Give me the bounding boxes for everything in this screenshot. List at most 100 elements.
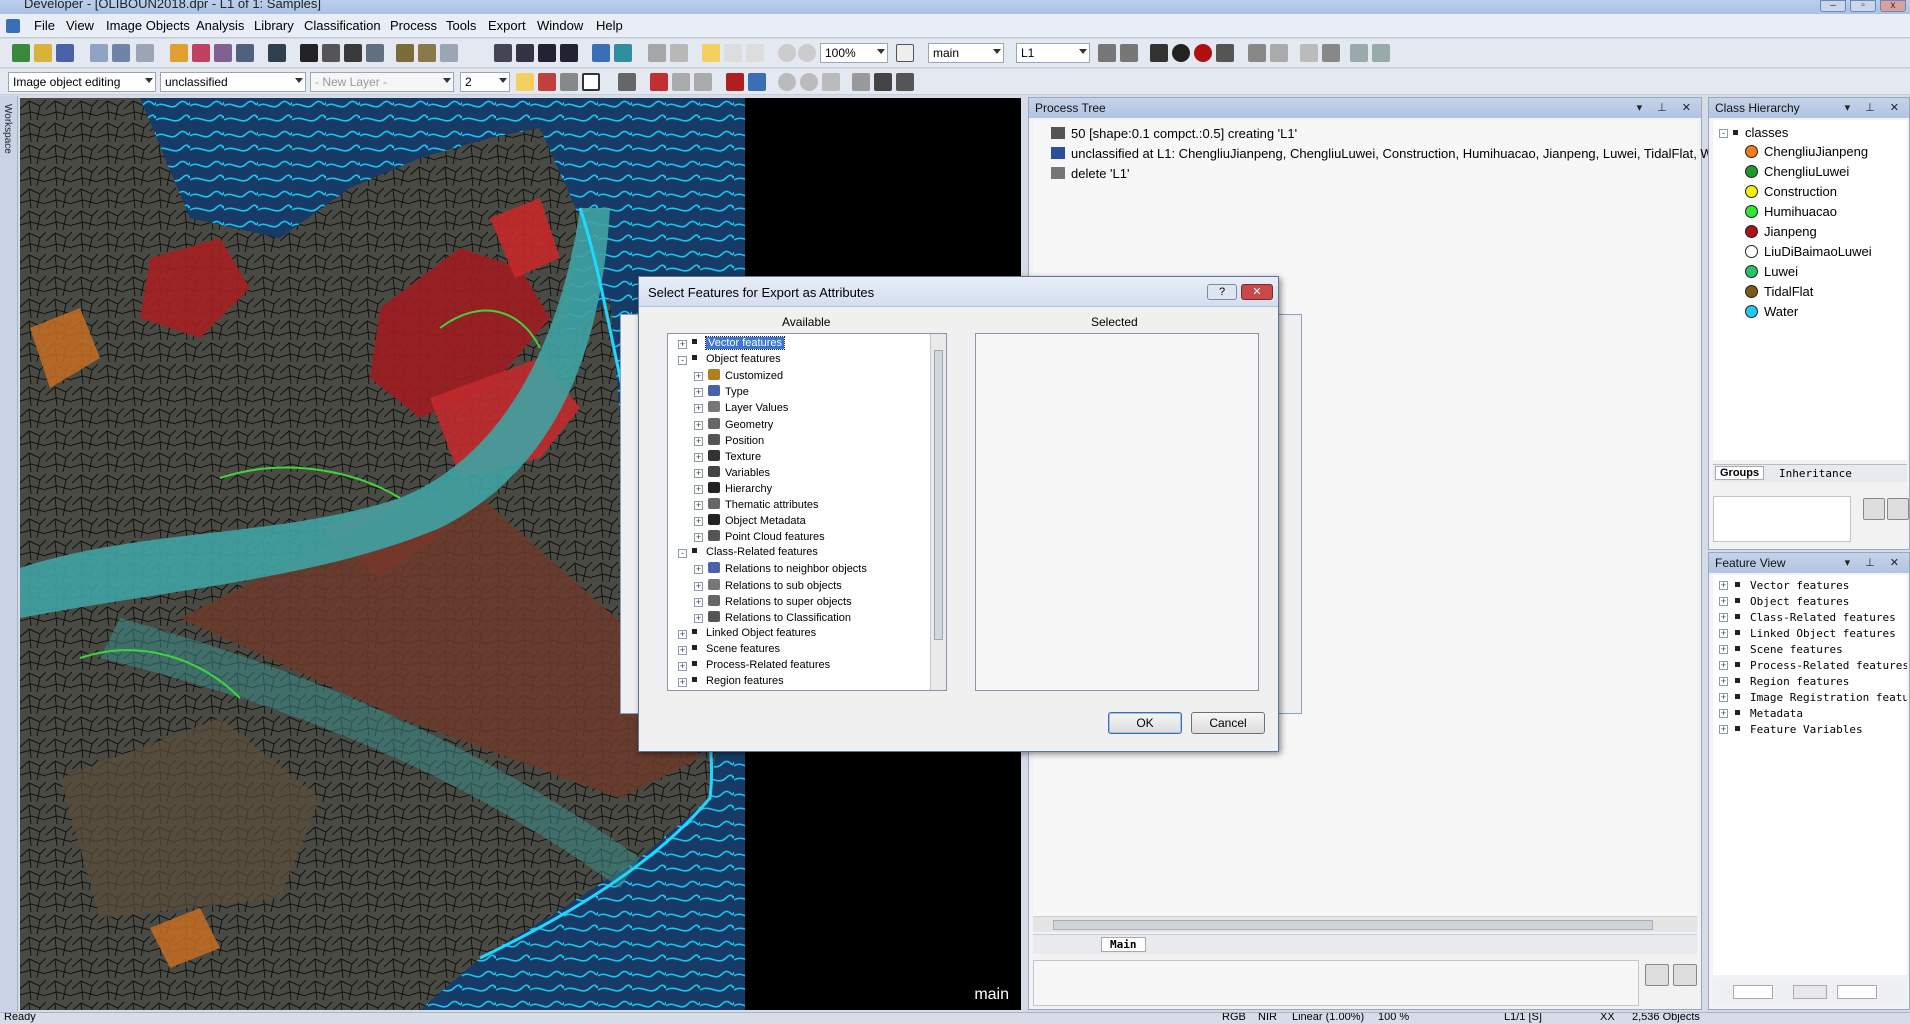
select-objects-icon[interactable] [648,44,666,62]
expand-icon[interactable]: + [694,613,703,623]
save-workspace-icon[interactable] [136,44,154,62]
feature-tree-item[interactable]: Scene features [692,643,780,655]
collapse-icon[interactable]: - [678,356,687,366]
expand-icon[interactable]: + [678,340,687,349]
table-icon[interactable] [874,73,892,91]
selected-features-list[interactable] [975,333,1259,691]
split-vertical-icon[interactable] [494,44,512,62]
process-tree-icon[interactable] [396,44,414,62]
menu-window[interactable]: Window [537,18,583,33]
class-root-label[interactable]: classes [1745,125,1788,140]
minimize-button[interactable]: – [1820,0,1846,12]
feature-nav-buttons[interactable] [1793,985,1827,999]
process-row[interactable]: unclassified at L1: ChengliuJianpeng, Ch… [1051,146,1713,161]
menu-classification[interactable]: Classification [304,18,381,33]
class-info-icon[interactable] [1194,44,1212,62]
image-view-icon[interactable] [268,44,286,62]
cut-objects-icon[interactable] [538,73,556,91]
split-grid-icon[interactable] [560,44,578,62]
feature-item[interactable]: Class-Related features [1735,611,1896,624]
expand-icon[interactable]: + [678,629,687,639]
open-project-icon[interactable] [34,44,52,62]
rectangle-tool-icon[interactable] [582,73,600,91]
expand-icon[interactable]: + [678,645,687,655]
align-right-icon[interactable] [1372,44,1390,62]
view-settings-icon[interactable] [170,44,188,62]
workspace-tab-label[interactable]: Workspace [2,104,13,154]
collapse-icon[interactable]: - [678,549,687,559]
reset-icon[interactable] [822,73,840,91]
expand-icon[interactable]: + [694,372,703,382]
expand-icon[interactable]: + [1719,709,1728,718]
feature-tree-item[interactable]: Customized [708,369,783,382]
pixel-view-icon[interactable] [300,44,318,62]
feature-tree-item[interactable]: Relations to sub objects [708,578,842,592]
feature-tree-item[interactable]: Texture [708,449,761,463]
samples-icon[interactable] [726,73,744,91]
expand-icon[interactable]: + [694,404,703,414]
menu-process[interactable]: Process [390,18,437,33]
tools-icon[interactable] [852,73,870,91]
image-info-icon[interactable] [1150,44,1168,62]
feature-tree-item[interactable]: Position [708,433,764,447]
feature-space-icon[interactable] [1216,44,1234,62]
swipe-icon[interactable] [614,44,632,62]
cancel-button[interactable]: Cancel [1191,712,1265,734]
feature-tree-item[interactable]: Linked Object features [692,627,816,639]
expand-icon[interactable]: + [694,565,703,575]
save-project-icon[interactable] [56,44,74,62]
process-row[interactable]: delete 'L1' [1051,166,1129,181]
workspace-strip[interactable]: Workspace [0,96,18,1011]
class-item[interactable]: Water [1745,304,1798,319]
redo-icon[interactable] [800,73,818,91]
panel-controls[interactable]: ▾ ⊥ ✕ [1637,98,1697,118]
class-item[interactable]: Jianpeng [1745,224,1817,239]
move-up-icon[interactable] [1863,498,1885,520]
link-views-icon[interactable] [592,44,610,62]
map-select[interactable]: main [928,43,1004,63]
expand-icon[interactable]: + [694,517,703,527]
tab-inheritance[interactable]: Inheritance [1775,467,1856,480]
close-dialog-button[interactable]: ✕ [1241,284,1273,300]
align-left-icon[interactable] [1350,44,1368,62]
zoom-select[interactable]: 100% [820,43,888,63]
process-tree-scrollbar[interactable] [1033,916,1697,932]
move-down-icon[interactable] [1673,964,1697,986]
class-item[interactable]: TidalFlat [1745,284,1813,299]
expand-icon[interactable]: + [694,420,703,430]
feature-item[interactable]: Feature Variables [1735,723,1863,736]
class-select[interactable]: unclassified [160,72,306,92]
menu-image-objects[interactable]: Image Objects [106,18,190,33]
feature-item[interactable]: Scene features [1735,643,1843,656]
zoom-in-icon[interactable] [798,44,816,62]
polygons-icon[interactable] [236,44,254,62]
grid-icon[interactable] [1248,44,1266,62]
menu-library[interactable]: Library [254,18,294,33]
panel-controls[interactable]: ▾ ⊥ ✕ [1845,98,1905,118]
expand-icon[interactable]: + [694,452,703,462]
feature-item[interactable]: Image Registration feature [1735,691,1907,704]
expand-icon[interactable]: + [694,436,703,446]
ok-button[interactable]: OK [1108,712,1182,734]
feature-value-field[interactable] [1733,985,1773,999]
tab-groups[interactable]: Groups [1715,466,1765,480]
feature-tree-item[interactable]: Type [708,385,749,398]
scrollbar-thumb[interactable] [1053,920,1653,930]
expand-icon[interactable]: + [694,501,703,510]
panel-controls[interactable]: ▾ ⊥ ✕ [1845,553,1905,573]
feature-tree-item[interactable]: Region features [692,675,784,687]
open-workspace-icon[interactable] [112,44,130,62]
available-features-tree[interactable]: + Vector features - Object features + Customi… [667,333,947,691]
feature-tree[interactable]: + Vector features + Object features + Class-R… [1713,575,1907,975]
tab-main[interactable]: Main [1101,937,1146,952]
process-row[interactable]: 50 [shape:0.1 compct.:0.5] creating 'L1' [1051,126,1297,141]
level-up-icon[interactable] [1120,44,1138,62]
feature-item[interactable]: Region features [1735,675,1849,688]
feature-tree-item[interactable]: Hierarchy [708,481,772,495]
feature-tree-item[interactable]: Point Cloud features [708,530,825,543]
expand-icon[interactable]: + [1719,677,1728,686]
help-button[interactable]: ? [1207,284,1237,300]
class-item[interactable]: Humihuacao [1745,204,1837,219]
expand-icon[interactable]: + [694,484,703,494]
sample-editor-icon[interactable] [748,73,766,91]
